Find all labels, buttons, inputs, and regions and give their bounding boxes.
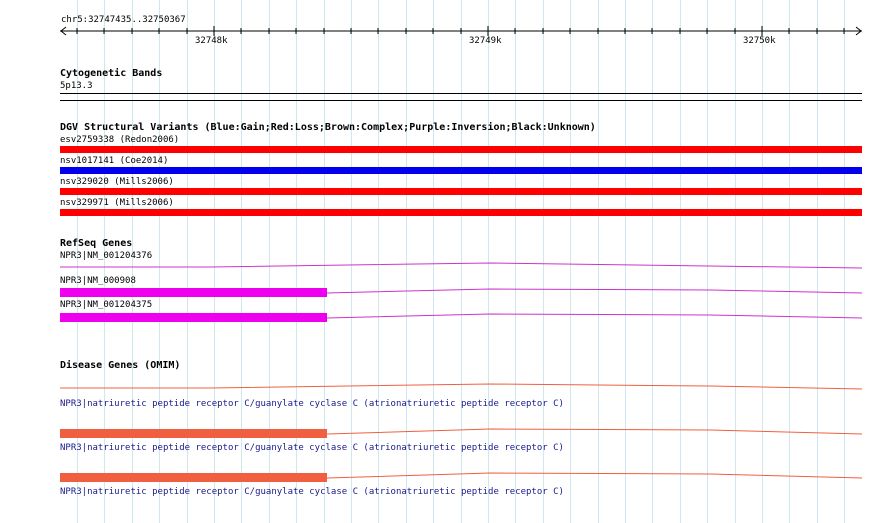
omim-feature-label: NPR3|natriuretic peptide receptor C/guan…: [60, 399, 564, 409]
omim-exon[interactable]: [60, 473, 327, 482]
omim-feature-label: NPR3|natriuretic peptide receptor C/guan…: [60, 443, 564, 453]
genome-browser: chr5:32747435..32750367 32748k 32749k 32…: [0, 0, 890, 523]
omim-exon[interactable]: [60, 429, 327, 438]
omim-feature-label: NPR3|natriuretic peptide receptor C/guan…: [60, 487, 564, 497]
